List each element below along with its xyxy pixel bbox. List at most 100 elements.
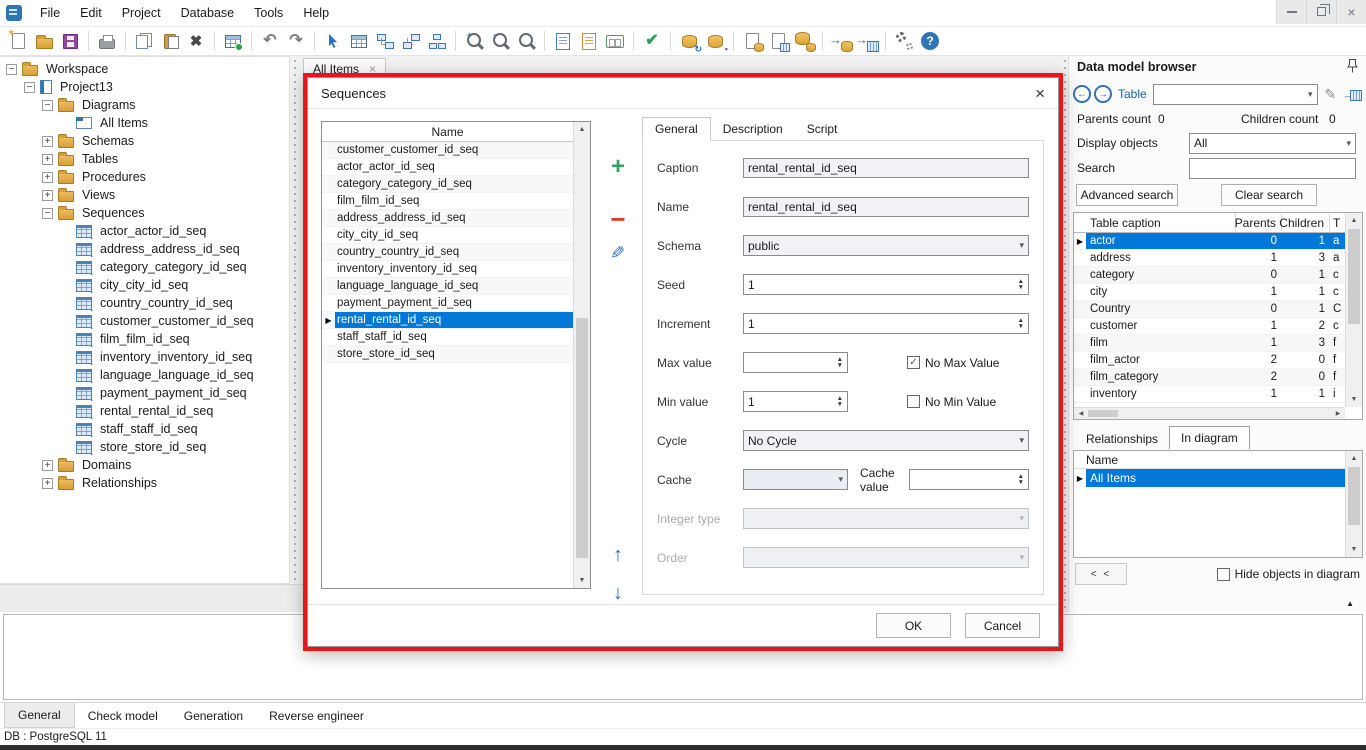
tree-expander-icon[interactable] xyxy=(42,460,53,471)
tab-in-diagram[interactable]: In diagram xyxy=(1169,426,1250,449)
scroll-down-icon[interactable]: ▼ xyxy=(574,573,590,588)
sequence-row[interactable]: store_store_id_seq xyxy=(322,346,573,363)
tree-expander-icon[interactable] xyxy=(42,208,53,219)
scroll-left-icon[interactable]: ◀ xyxy=(1074,408,1088,419)
display-objects-select[interactable]: All ▾ xyxy=(1189,133,1356,154)
tree-item[interactable]: customer_customer_id_seq xyxy=(0,312,289,330)
tree-item[interactable]: Schemas xyxy=(0,132,289,150)
tree-item[interactable]: country_country_id_seq xyxy=(0,294,289,312)
tree-expander-icon[interactable] xyxy=(42,154,53,165)
tree-item-label[interactable]: rental_rental_id_seq xyxy=(97,403,216,419)
column-header[interactable]: Parents xyxy=(1236,213,1282,232)
cache-select[interactable]: ▾ xyxy=(743,469,848,490)
sequence-row[interactable]: inventory_inventory_id_seq xyxy=(322,261,573,278)
scroll-right-icon[interactable]: ▶ xyxy=(1331,408,1345,419)
column-header[interactable]: Table caption xyxy=(1086,213,1236,232)
paste-icon[interactable] xyxy=(158,29,182,53)
scroll-up-icon[interactable]: ▲ xyxy=(574,122,590,137)
browser-table-row[interactable]: inventory 1 1 i xyxy=(1074,386,1347,403)
scrollbar-thumb[interactable] xyxy=(1348,467,1360,525)
browser-table-row[interactable]: Country 0 1 C xyxy=(1074,301,1347,318)
tree-item-label[interactable]: address_address_id_seq xyxy=(97,241,243,257)
tree-item[interactable]: film_film_id_seq xyxy=(0,330,289,348)
tree-item-label[interactable]: Views xyxy=(79,187,118,203)
tree-item[interactable]: rental_rental_id_seq xyxy=(0,402,289,420)
tree-item-label[interactable]: Tables xyxy=(79,151,121,167)
collapse-arrow-icon[interactable]: ▲ xyxy=(1346,600,1354,608)
database-update-icon[interactable]: ↻ xyxy=(677,29,701,53)
scroll-down-icon[interactable]: ▼ xyxy=(1346,542,1362,557)
import-database-icon[interactable]: → xyxy=(829,29,853,53)
bottom-tab[interactable]: General xyxy=(4,703,75,728)
scrollbar-thumb[interactable] xyxy=(576,318,588,558)
scroll-down-icon[interactable]: ▼ xyxy=(1346,392,1362,407)
left-splitter[interactable] xyxy=(290,56,300,584)
move-down-button[interactable]: ↓ xyxy=(602,579,634,607)
tree-item[interactable]: Project13 xyxy=(0,78,289,96)
redo-icon[interactable]: ↷ xyxy=(284,29,308,53)
scroll-up-icon[interactable]: ▲ xyxy=(1346,213,1362,228)
sequence-row[interactable]: address_address_id_seq xyxy=(322,210,573,227)
sequence-row[interactable]: language_language_id_seq xyxy=(322,278,573,295)
dialog-title-bar[interactable]: Sequences × xyxy=(308,78,1058,109)
browser-table-row[interactable]: city 1 1 c xyxy=(1074,284,1347,301)
tree-item-label[interactable]: Relationships xyxy=(79,475,160,491)
tree-item[interactable]: Views xyxy=(0,186,289,204)
dialog-close-icon[interactable]: × xyxy=(1035,85,1045,102)
sequence-row[interactable]: film_film_id_seq xyxy=(322,193,573,210)
tree-item-label[interactable]: language_language_id_seq xyxy=(97,367,257,383)
spinner-arrows-icon[interactable]: ▲▼ xyxy=(1018,318,1024,329)
tree-item[interactable]: All Items xyxy=(0,114,289,132)
new-file-icon[interactable]: ✶ xyxy=(6,29,30,53)
tree-item[interactable]: category_category_id_seq xyxy=(0,258,289,276)
add-table-icon[interactable] xyxy=(221,29,245,53)
schema-select[interactable]: public▾ xyxy=(743,235,1029,256)
tree-item-label[interactable]: payment_payment_id_seq xyxy=(97,385,250,401)
browser-table-row[interactable]: actor 0 1 a xyxy=(1074,233,1347,250)
table-select[interactable]: ▾ xyxy=(1153,84,1318,105)
tree-item-label[interactable]: All Items xyxy=(97,115,151,131)
tree-expander-icon[interactable] xyxy=(24,82,35,93)
zoom-in-icon[interactable]: + xyxy=(462,29,486,53)
tree-expander-icon[interactable] xyxy=(42,100,53,111)
tree-item[interactable]: Tables xyxy=(0,150,289,168)
tree-item-label[interactable]: customer_customer_id_seq xyxy=(97,313,257,329)
table-icon[interactable] xyxy=(347,29,371,53)
add-parent-items-icon[interactable] xyxy=(373,29,397,53)
tree-item-label[interactable]: film_film_id_seq xyxy=(97,331,193,347)
add-child-items-icon[interactable] xyxy=(399,29,423,53)
sequence-row[interactable]: country_country_id_seq xyxy=(322,244,573,261)
help-icon[interactable]: ? xyxy=(918,29,942,53)
tree-item-label[interactable]: Domains xyxy=(79,457,134,473)
tree-item[interactable]: Diagrams xyxy=(0,96,289,114)
tree-item-label[interactable]: city_city_id_seq xyxy=(97,277,191,293)
tree-item-label[interactable]: Schemas xyxy=(79,133,137,149)
tree-item-label[interactable]: Sequences xyxy=(79,205,148,221)
scrollbar-thumb[interactable] xyxy=(1088,410,1118,417)
forward-icon[interactable]: → xyxy=(1094,85,1112,103)
tree-item[interactable]: Procedures xyxy=(0,168,289,186)
browser-table-row[interactable]: film_category 2 0 f xyxy=(1074,369,1347,386)
name-field[interactable]: rental_rental_id_seq xyxy=(743,197,1029,217)
pointer-icon[interactable] xyxy=(321,29,345,53)
tree-item[interactable]: city_city_id_seq xyxy=(0,276,289,294)
tree-item-label[interactable]: category_category_id_seq xyxy=(97,259,250,275)
scroll-up-icon[interactable]: ▲ xyxy=(1346,451,1362,466)
bottom-tab[interactable]: Reverse engineer xyxy=(256,703,377,728)
sequence-row[interactable]: customer_customer_id_seq xyxy=(322,142,573,159)
tab-script[interactable]: Script xyxy=(795,117,850,140)
tree-item-label[interactable]: Procedures xyxy=(79,169,149,185)
form-icon[interactable] xyxy=(603,29,627,53)
tree-item-label[interactable]: inventory_inventory_id_seq xyxy=(97,349,255,365)
tab-description[interactable]: Description xyxy=(711,117,795,140)
sequence-row[interactable]: staff_staff_id_seq xyxy=(322,329,573,346)
sequence-list-scrollbar[interactable]: ▲ ▼ xyxy=(573,122,590,588)
no-min-value-checkbox[interactable] xyxy=(907,395,920,408)
tree-expander-icon[interactable] xyxy=(42,172,53,183)
tree-item[interactable]: address_address_id_seq xyxy=(0,240,289,258)
table-vertical-scrollbar[interactable]: ▲ ▼ xyxy=(1345,213,1362,407)
cycle-select[interactable]: No Cycle▾ xyxy=(743,430,1029,451)
in-diagram-row[interactable]: All Items xyxy=(1074,469,1347,487)
browser-table-row[interactable]: film 1 3 f xyxy=(1074,335,1347,352)
list-vertical-scrollbar[interactable]: ▲ ▼ xyxy=(1345,451,1362,557)
